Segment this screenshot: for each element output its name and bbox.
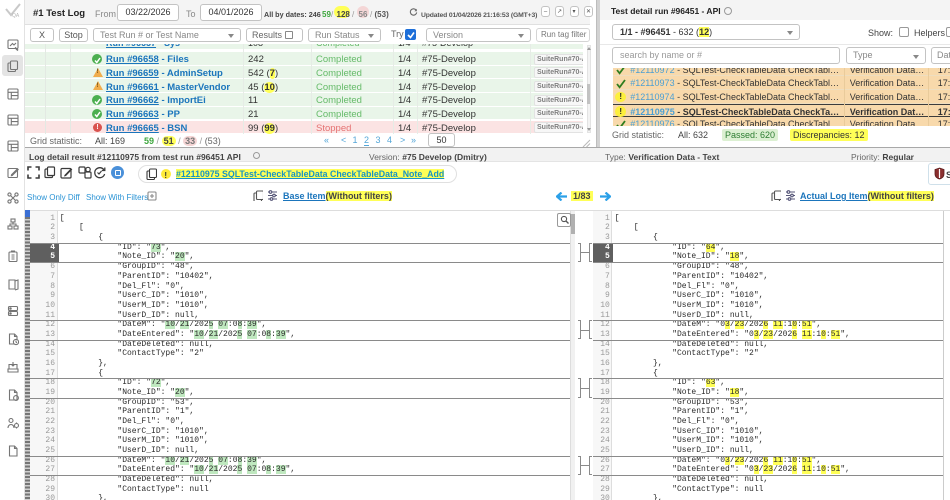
svg-text:QA: QA — [12, 13, 20, 19]
